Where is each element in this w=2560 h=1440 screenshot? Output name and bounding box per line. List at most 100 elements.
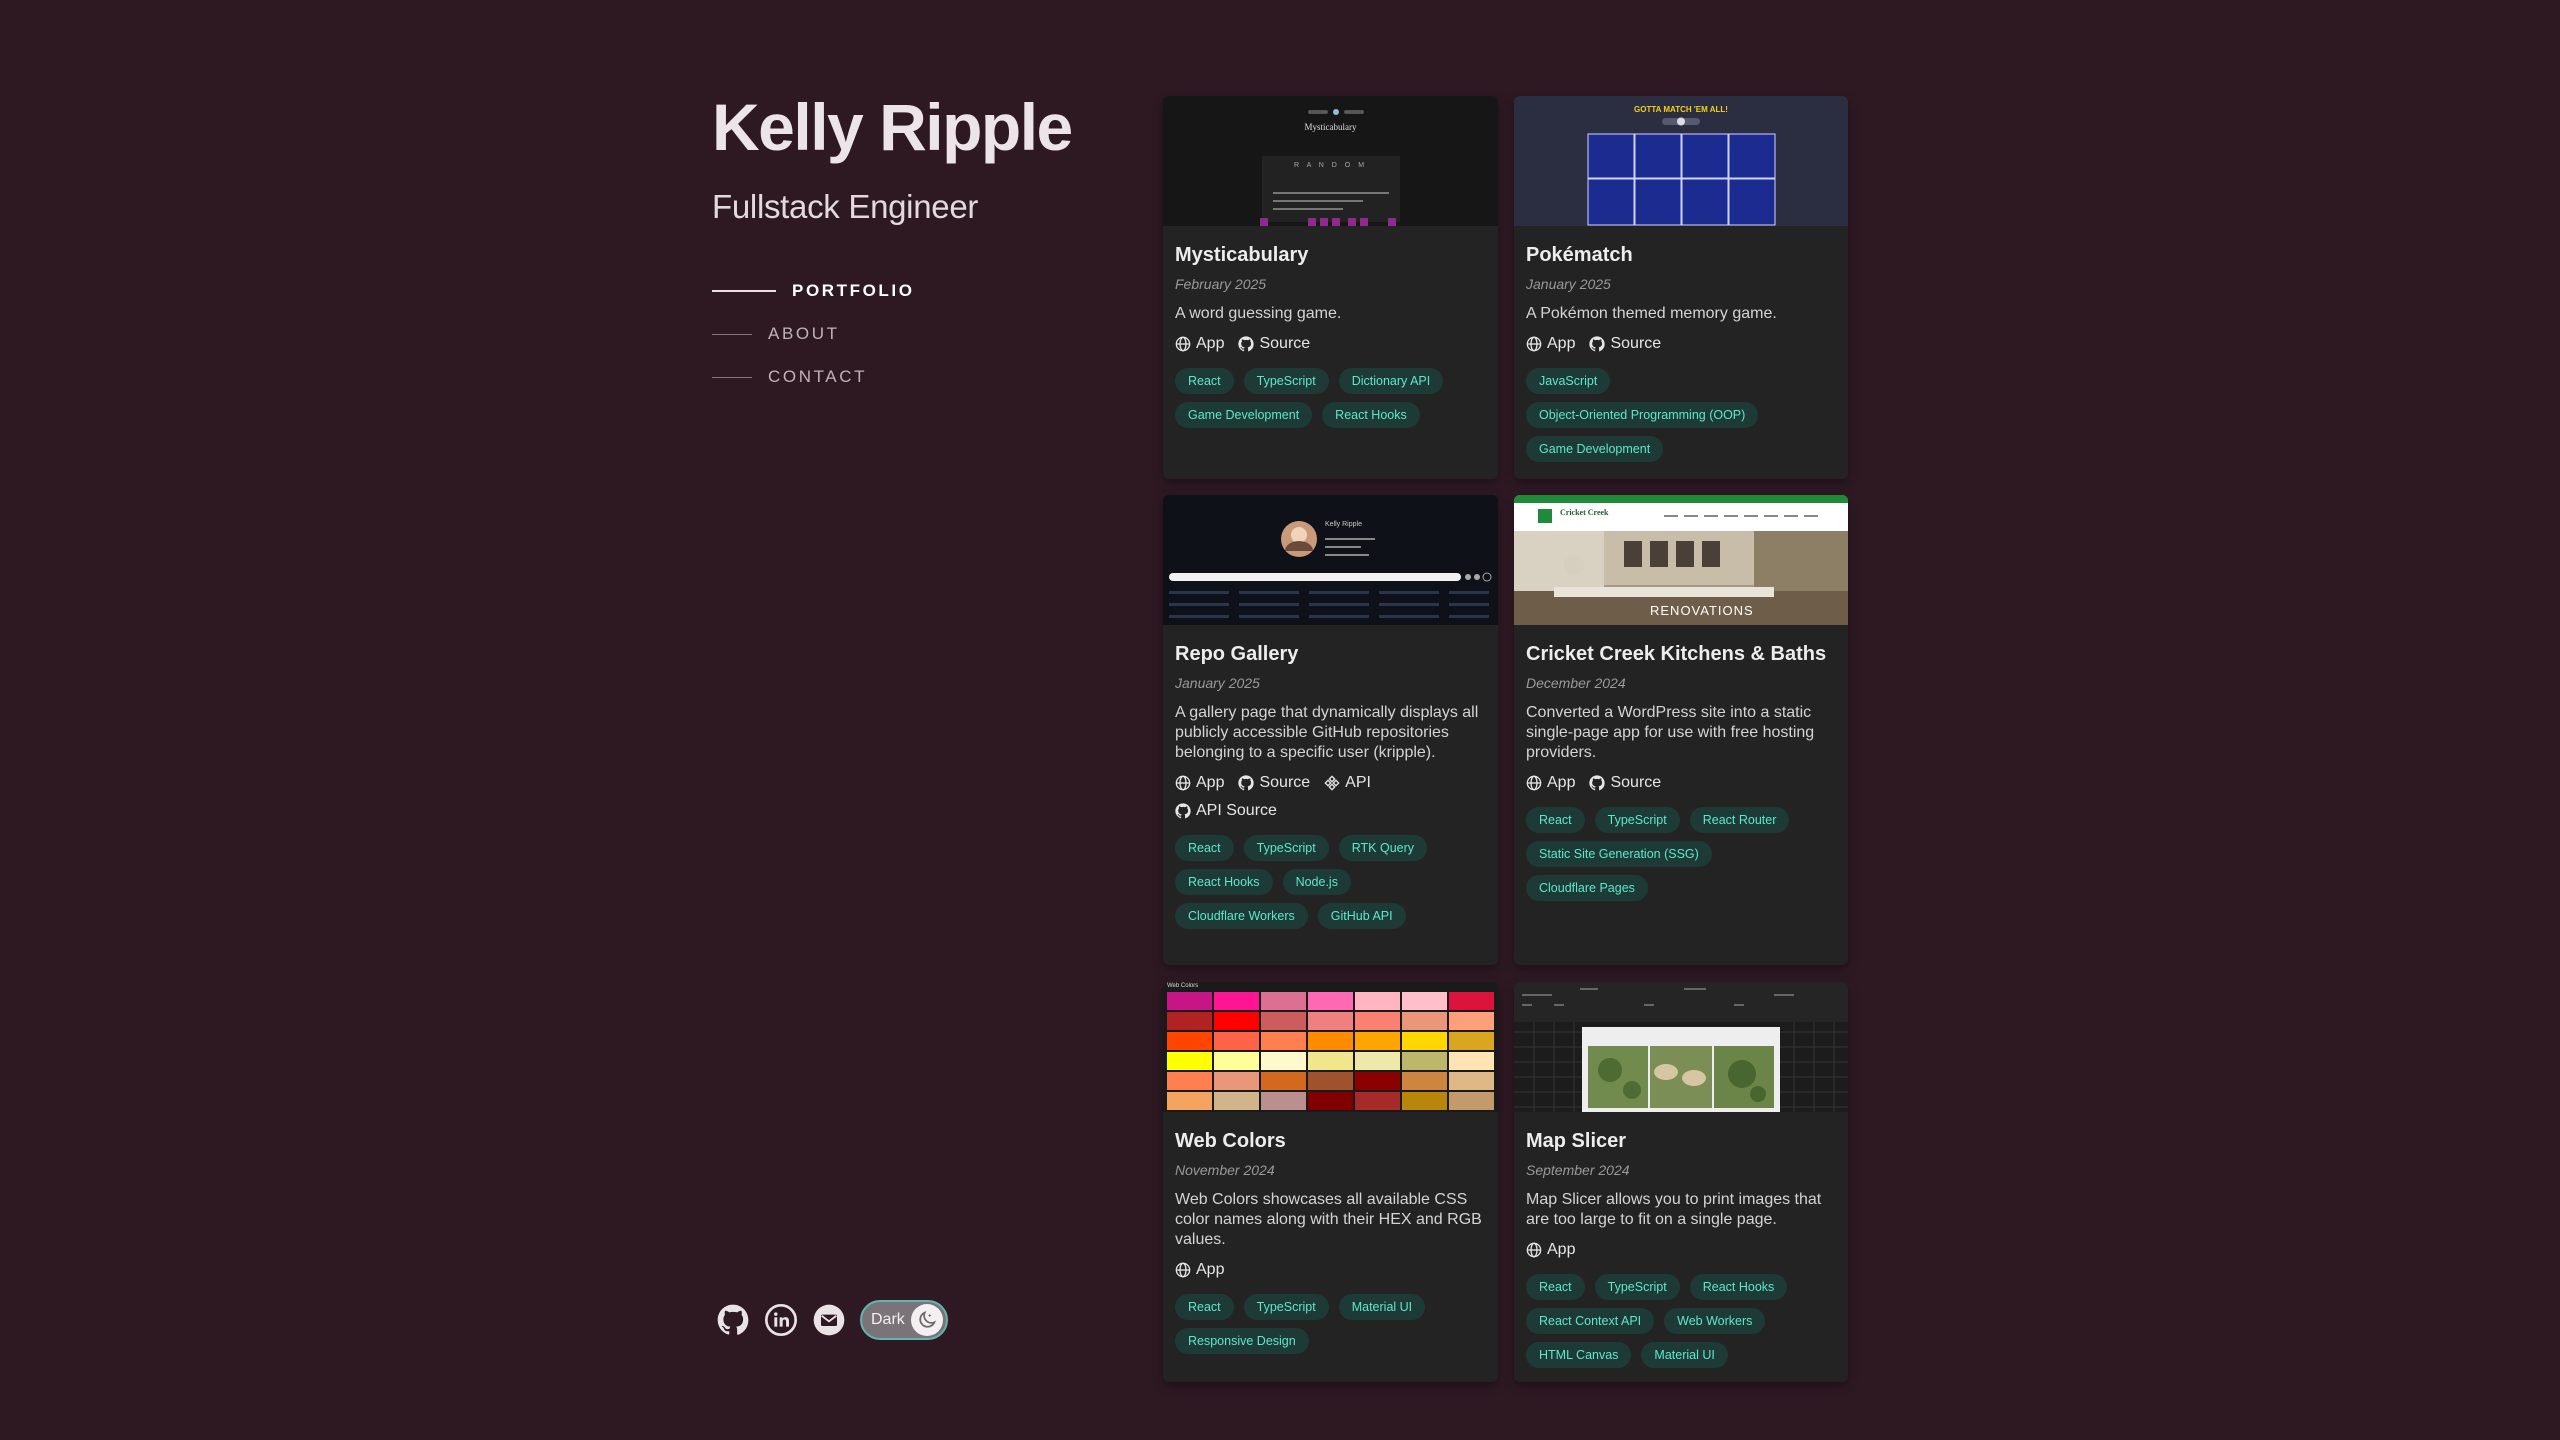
api-link-label: API <box>1345 774 1371 791</box>
color-swatch <box>1449 1052 1494 1070</box>
project-title: Map Slicer <box>1526 1130 1627 1152</box>
app-link-label: App <box>1196 335 1225 352</box>
project-description: Web Colors showcases all available CSS c… <box>1175 1191 1482 1248</box>
social-links: Dark <box>716 1300 948 1340</box>
project-description: A word guessing game. <box>1175 305 1342 322</box>
nav-contact-label: CONTACT <box>768 367 868 387</box>
project-description: Map Slicer allows you to print images th… <box>1526 1191 1822 1228</box>
tag: React Router <box>1689 807 1790 833</box>
project-thumbnail[interactable]: Cricket Creek RENOVATIONS <box>1514 495 1848 625</box>
globe-icon <box>1175 336 1191 352</box>
api-source-link[interactable]: API Source <box>1175 801 1277 821</box>
source-link-label: Source <box>1610 335 1662 352</box>
theme-toggle[interactable]: Dark <box>860 1300 948 1340</box>
color-swatch <box>1402 1052 1447 1070</box>
tag-list: React TypeScript Material UI Responsive … <box>1175 1294 1486 1354</box>
app-link[interactable]: App <box>1175 1260 1224 1280</box>
project-description: A Pokémon themed memory game. <box>1526 305 1777 322</box>
color-swatch <box>1355 1012 1400 1030</box>
color-swatch <box>1402 1032 1447 1050</box>
color-swatch <box>1167 1032 1212 1050</box>
nav-indicator <box>712 376 752 378</box>
color-swatch <box>1449 992 1494 1010</box>
profile-name: Kelly Ripple <box>712 90 1073 164</box>
tag: HTML Canvas <box>1526 1342 1632 1368</box>
tag: React <box>1175 1294 1234 1320</box>
project-thumbnail[interactable] <box>1514 982 1848 1112</box>
project-thumbnail[interactable]: Kelly Ripple <box>1163 495 1498 625</box>
project-card-web-colors: Web Colors Web Colors November 2024 Web … <box>1163 982 1498 1382</box>
app-link-label: App <box>1196 1261 1225 1278</box>
nav-portfolio-label: PORTFOLIO <box>792 281 915 301</box>
nav-contact[interactable]: CONTACT <box>712 356 1132 399</box>
tag: React <box>1526 1274 1585 1300</box>
color-swatch <box>1167 1012 1212 1030</box>
project-card-repo-gallery: Kelly Ripple Repo Gallery January 2025 A… <box>1163 495 1498 965</box>
github-icon <box>1589 775 1606 791</box>
project-links: App <box>1175 1260 1485 1280</box>
project-links: App Source <box>1175 334 1485 354</box>
project-date: December 2024 <box>1526 675 1626 691</box>
color-swatch <box>1261 1072 1306 1090</box>
tag: Static Site Generation (SSG) <box>1526 841 1712 867</box>
project-card-map-slicer: Map Slicer September 2024 Map Slicer all… <box>1514 982 1848 1382</box>
globe-icon <box>1175 1262 1191 1278</box>
app-link[interactable]: App <box>1526 1240 1575 1260</box>
tag: TypeScript <box>1243 1294 1329 1320</box>
source-link[interactable]: Source <box>1238 773 1310 793</box>
tag-list: React TypeScript Dictionary API Game Dev… <box>1175 368 1486 428</box>
project-thumbnail[interactable]: Web Colors <box>1163 982 1498 1112</box>
source-link[interactable]: Source <box>1589 334 1661 354</box>
project-date: January 2025 <box>1526 276 1611 292</box>
tag: JavaScript <box>1526 368 1611 394</box>
project-thumbnail[interactable]: Mysticabulary R A N D O M <box>1163 96 1498 226</box>
linkedin-icon[interactable] <box>764 1303 798 1337</box>
app-link[interactable]: App <box>1175 334 1224 354</box>
color-swatch <box>1167 1052 1212 1070</box>
tag: Cloudflare Pages <box>1526 875 1648 901</box>
tag: TypeScript <box>1594 1274 1680 1300</box>
tag: Node.js <box>1282 869 1351 895</box>
tag: React Hooks <box>1689 1274 1788 1300</box>
tag: GitHub API <box>1317 903 1406 929</box>
color-swatch <box>1449 1092 1494 1110</box>
github-icon[interactable] <box>716 1303 750 1337</box>
tag-list: React TypeScript React Router Static Sit… <box>1526 807 1836 901</box>
source-link[interactable]: Source <box>1238 334 1310 354</box>
app-link[interactable]: App <box>1175 773 1224 793</box>
color-swatch-grid <box>1167 992 1494 1112</box>
app-link-label: App <box>1196 774 1225 791</box>
app-link[interactable]: App <box>1526 773 1575 793</box>
color-swatch <box>1261 1092 1306 1110</box>
project-links: App Source API API Source <box>1175 773 1485 821</box>
api-icon <box>1324 775 1340 791</box>
project-title: Web Colors <box>1175 1130 1286 1152</box>
thumbnail-user: Kelly Ripple <box>1325 521 1362 528</box>
tag: Game Development <box>1175 402 1313 428</box>
github-icon <box>1589 336 1606 352</box>
color-swatch <box>1308 1012 1353 1030</box>
nav-portfolio[interactable]: PORTFOLIO <box>712 270 1132 313</box>
project-card-cricket-creek: Cricket Creek RENOVATIONS Cricket Creek … <box>1514 495 1848 965</box>
tag: React <box>1526 807 1585 833</box>
tag: Game Development <box>1526 436 1664 462</box>
app-link-label: App <box>1547 335 1576 352</box>
api-link[interactable]: API <box>1324 773 1371 793</box>
project-thumbnail[interactable]: GOTTA MATCH 'EM ALL! <box>1514 96 1848 226</box>
nav-about[interactable]: ABOUT <box>712 313 1132 356</box>
color-swatch <box>1355 1072 1400 1090</box>
moon-icon <box>911 1304 943 1336</box>
sidebar: Kelly Ripple Fullstack Engineer PORTFOLI… <box>712 90 1132 399</box>
tag: TypeScript <box>1243 368 1329 394</box>
color-swatch <box>1402 1072 1447 1090</box>
source-link[interactable]: Source <box>1589 773 1661 793</box>
tag: Responsive Design <box>1175 1328 1309 1354</box>
github-icon <box>1238 775 1255 791</box>
project-title: Mysticabulary <box>1175 244 1309 266</box>
email-icon[interactable] <box>812 1303 846 1337</box>
app-link[interactable]: App <box>1526 334 1575 354</box>
thumbnail-app-title: Mysticabulary <box>1304 122 1357 132</box>
tag-list: JavaScript Object-Oriented Programming (… <box>1526 368 1836 462</box>
tag-list: React TypeScript RTK Query React Hooks N… <box>1175 835 1486 929</box>
project-date: September 2024 <box>1526 1162 1630 1178</box>
